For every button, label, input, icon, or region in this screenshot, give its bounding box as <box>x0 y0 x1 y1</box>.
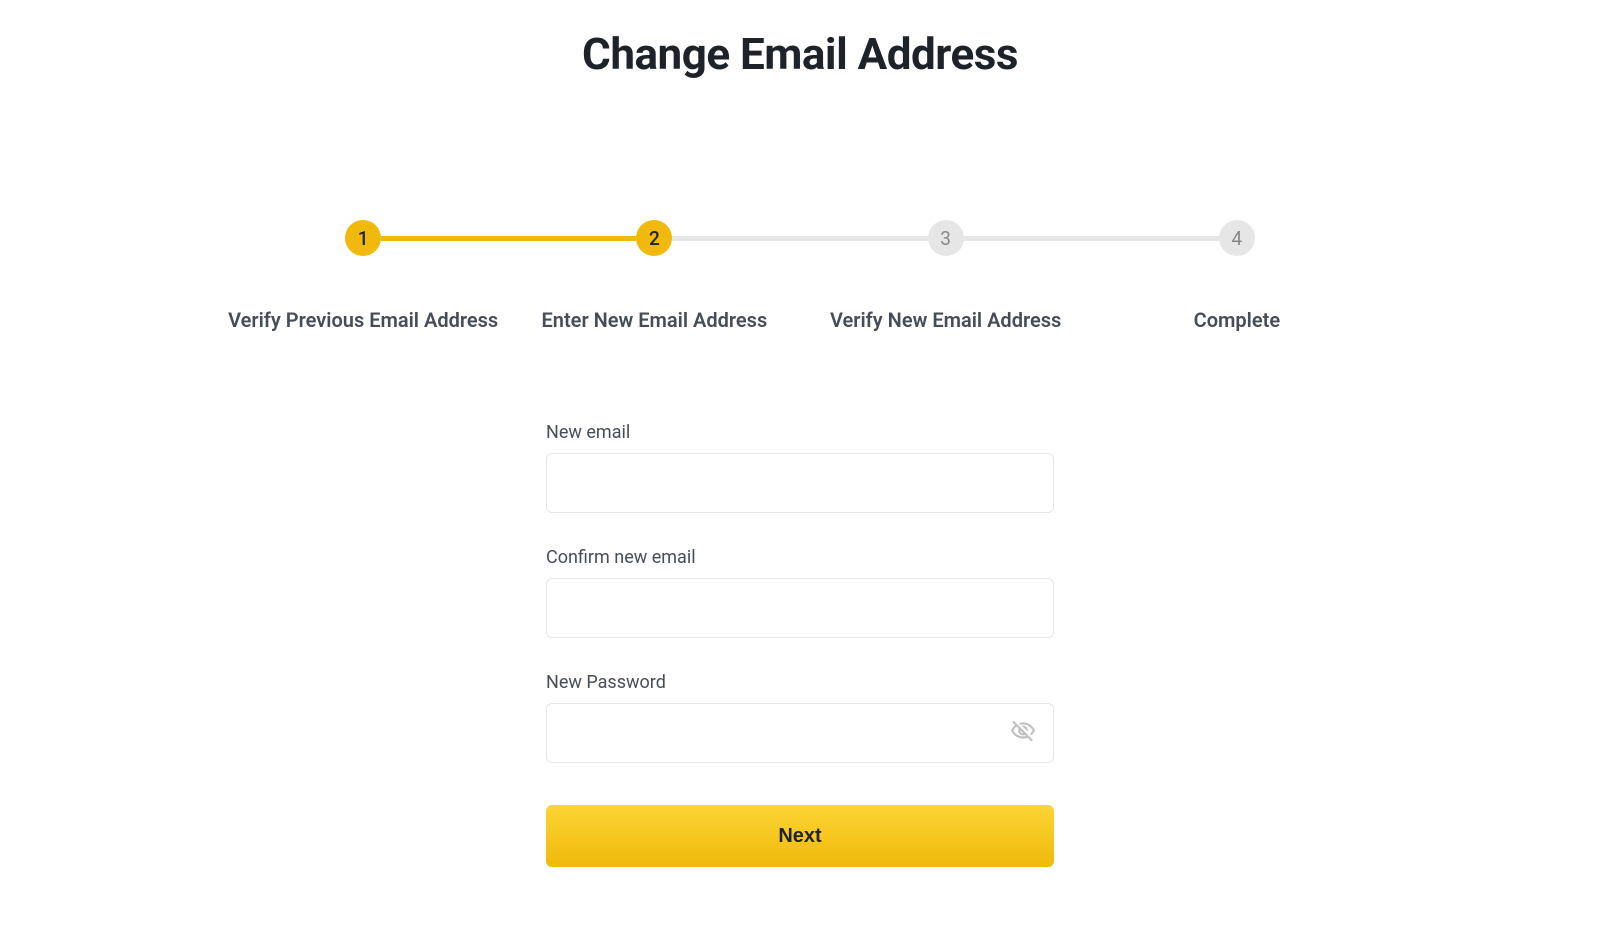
confirm-email-input[interactable] <box>546 578 1054 638</box>
new-password-input[interactable] <box>546 703 1054 763</box>
new-password-group: New Password <box>546 672 1054 763</box>
step-2-label: Enter New Email Address <box>542 308 768 332</box>
step-connector-1-2 <box>381 236 636 241</box>
next-button[interactable]: Next <box>546 805 1054 867</box>
new-email-group: New email <box>546 422 1054 513</box>
step-connector-2-3 <box>672 236 927 241</box>
confirm-email-label: Confirm new email <box>546 547 1054 568</box>
step-3-label: Verify New Email Address <box>830 308 1061 332</box>
confirm-email-group: Confirm new email <box>546 547 1054 638</box>
stepper: 1 Verify Previous Email Address 2 Enter … <box>218 220 1383 332</box>
step-connector-3-4 <box>964 236 1219 241</box>
new-password-label: New Password <box>546 672 1054 693</box>
step-1-label: Verify Previous Email Address <box>228 308 498 332</box>
new-email-input[interactable] <box>546 453 1054 513</box>
step-1-circle: 1 <box>345 220 381 256</box>
step-4-label: Complete <box>1194 308 1280 332</box>
step-2-circle: 2 <box>636 220 672 256</box>
step-3-circle: 3 <box>928 220 964 256</box>
new-email-label: New email <box>546 422 1054 443</box>
eye-off-icon[interactable] <box>1010 718 1036 748</box>
page-title: Change Email Address <box>0 28 1600 80</box>
step-4-circle: 4 <box>1219 220 1255 256</box>
change-email-form: New email Confirm new email New Password <box>546 422 1054 867</box>
